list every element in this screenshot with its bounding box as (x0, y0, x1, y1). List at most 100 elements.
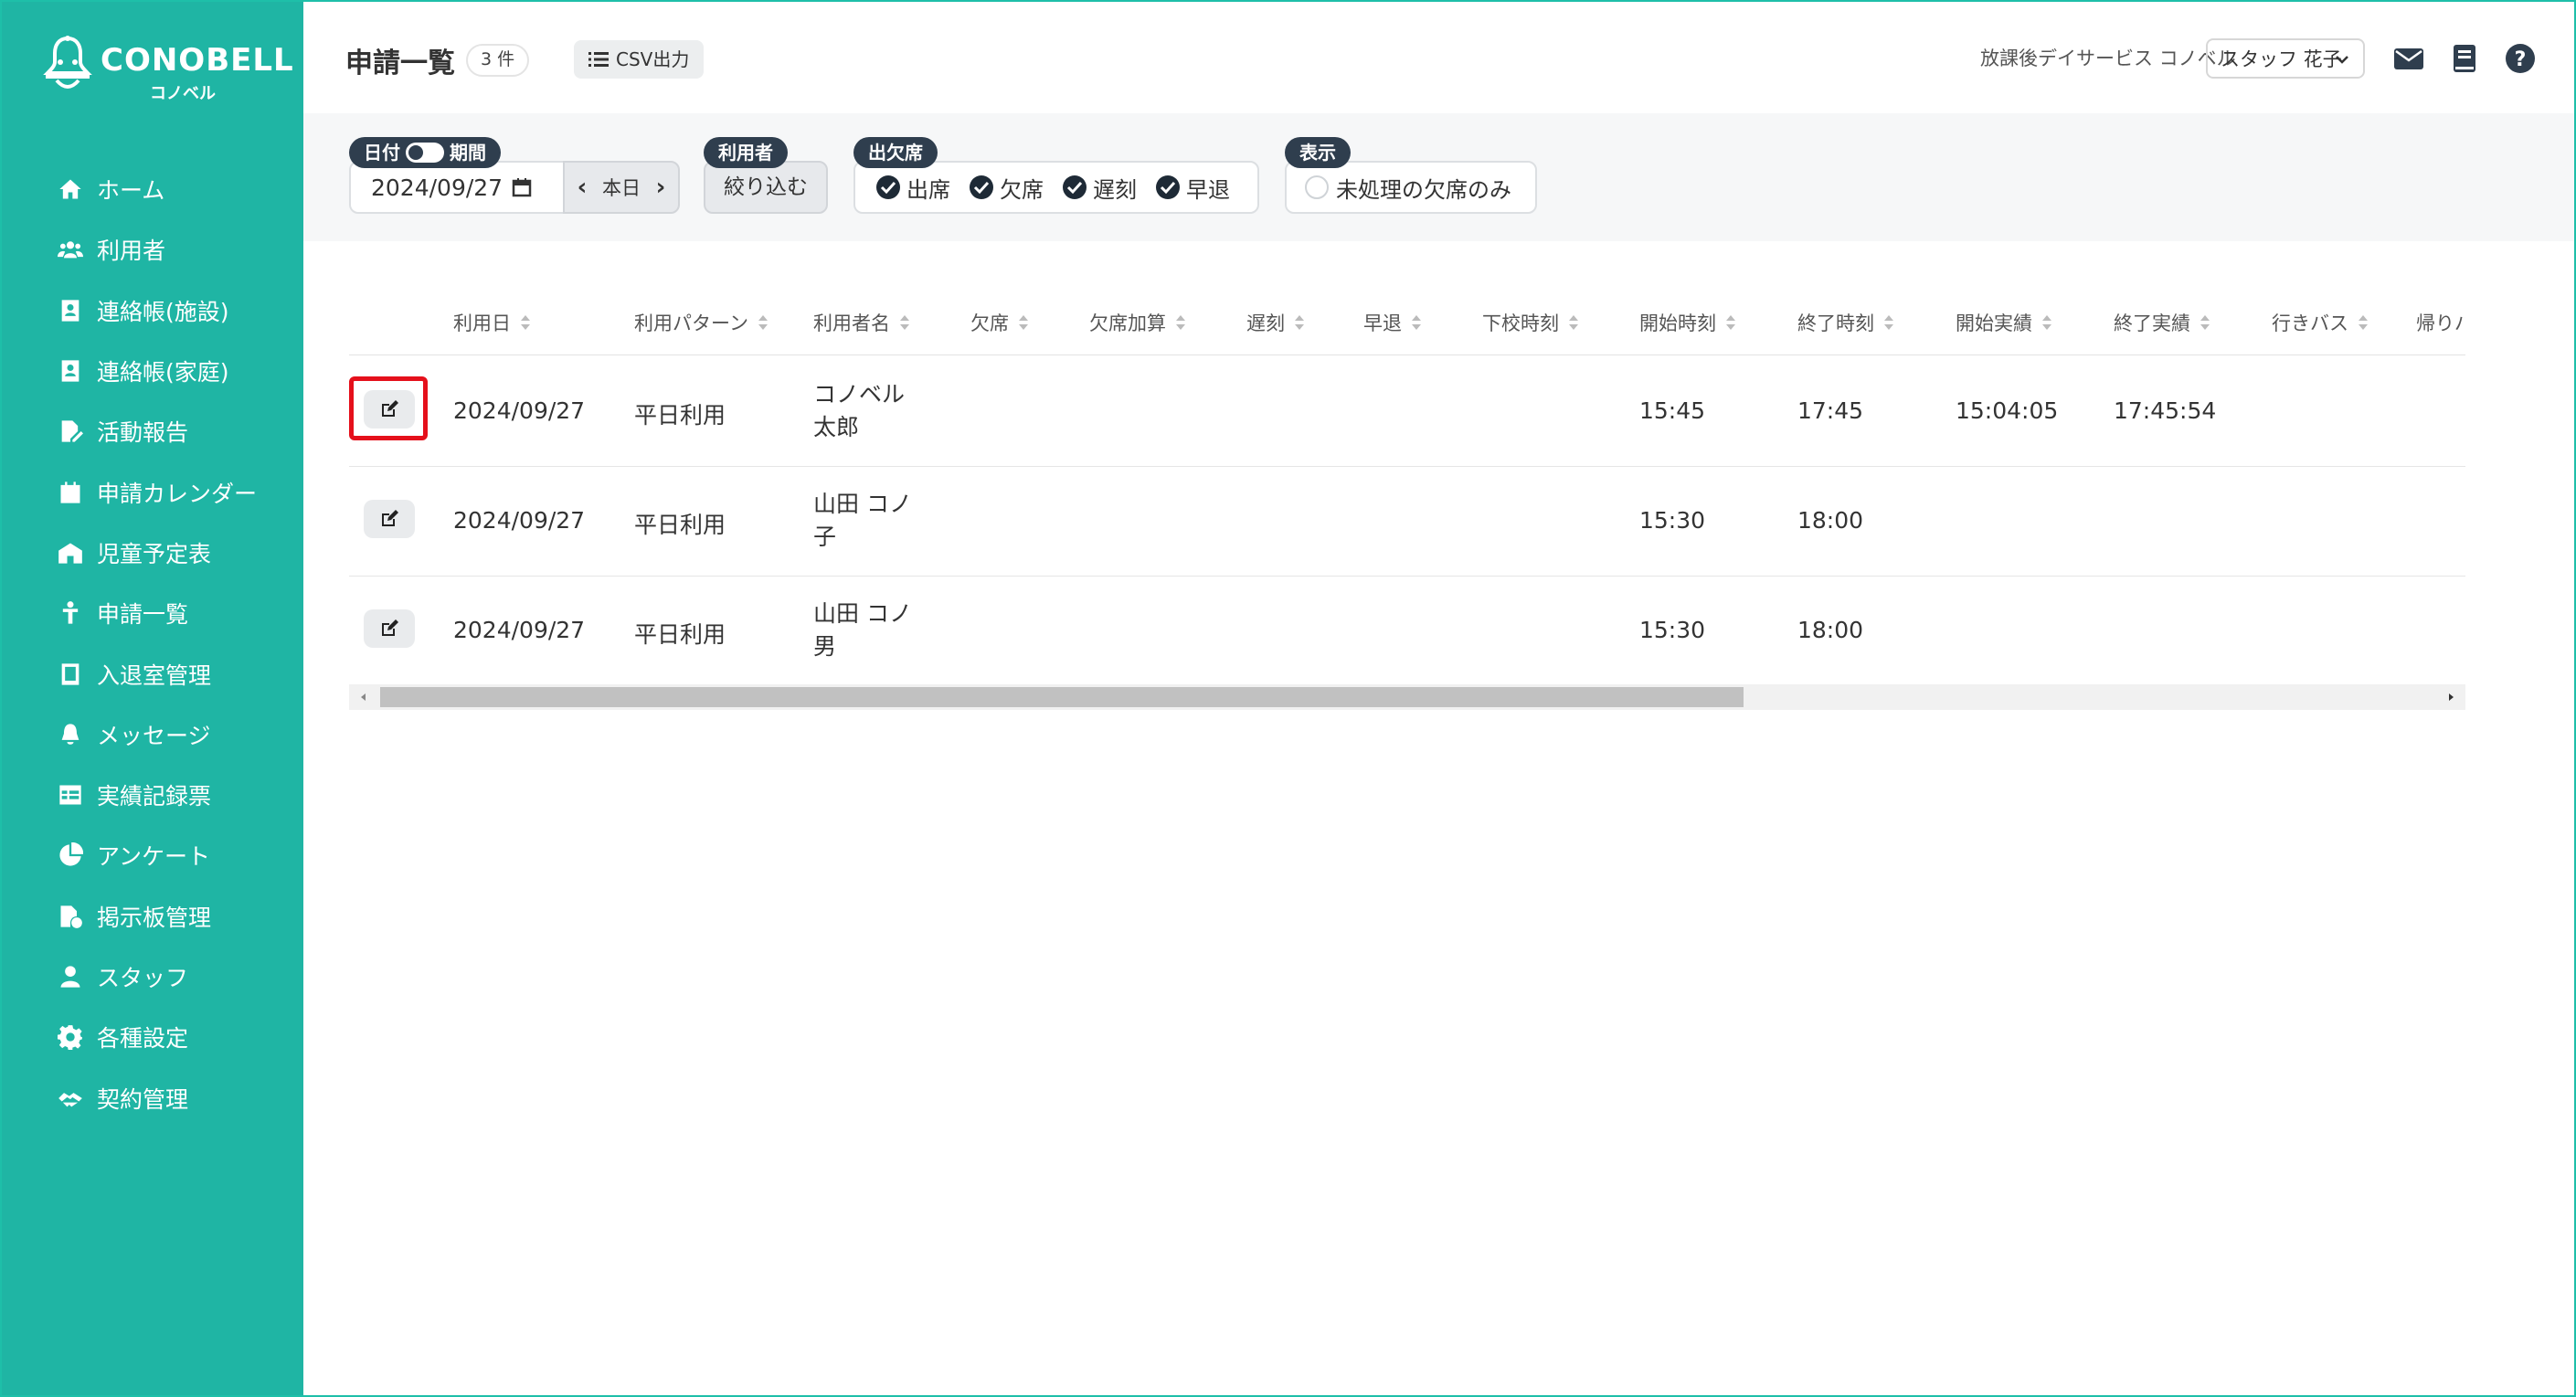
calendar-icon (512, 178, 532, 197)
attendance-present-checkbox[interactable]: 出席 (875, 172, 950, 204)
sidebar-item-entry-exit[interactable]: 入退室管理 (2, 643, 303, 704)
sidebar-item-label: メッセージ (97, 722, 211, 749)
sidebar-item-contract[interactable]: 契約管理 (2, 1067, 303, 1127)
mail-button[interactable] (2392, 42, 2425, 75)
sort-icon (758, 315, 768, 330)
sidebar-item-survey[interactable]: アンケート (2, 825, 303, 885)
sort-icon (1884, 315, 1893, 330)
column-header[interactable]: 開始実績 (1956, 309, 2052, 336)
bell-logo-icon (43, 36, 92, 89)
column-header[interactable]: 欠席加算 (1089, 309, 1186, 336)
horizontal-scrollbar[interactable] (349, 684, 2465, 710)
unprocessed-absence-toggle[interactable]: 未処理の欠席のみ (1285, 161, 1537, 214)
check-circle-icon (876, 175, 900, 199)
edit-button[interactable] (364, 609, 415, 648)
column-header[interactable]: 早退 (1363, 309, 1422, 336)
check-circle-icon (970, 175, 993, 199)
narrow-down-button[interactable]: 絞り込む (704, 161, 828, 214)
contact-book-icon (57, 297, 84, 324)
cell-start-actual: 15:04:05 (1956, 397, 2059, 424)
date-mode-toggle[interactable]: 日付 期間 (349, 137, 501, 168)
sort-icon (900, 315, 909, 330)
brand-logo[interactable]: CONOBELL コノベル (42, 35, 293, 103)
header-label: 利用者名 (813, 312, 890, 334)
cell-start-time: 15:45 (1639, 397, 1706, 424)
sidebar-item-child-schedule[interactable]: 児童予定表 (2, 523, 303, 583)
edit-icon (382, 619, 398, 636)
count-badge: 3 件 (466, 44, 530, 77)
table-icon (57, 781, 84, 809)
csv-export-button[interactable]: CSV出力 (574, 40, 705, 79)
prev-day-button[interactable]: ‹ (572, 174, 592, 201)
edit-button[interactable] (364, 500, 415, 538)
column-header[interactable]: 下校時刻 (1482, 309, 1579, 336)
sidebar-item-request-list[interactable]: 申請一覧 (2, 583, 303, 643)
cell-user-name[interactable]: 山田 コノ男 (813, 598, 914, 663)
column-header[interactable]: 利用者名 (813, 309, 910, 336)
attendance-late-checkbox[interactable]: 遅刻 (1062, 172, 1137, 204)
today-button[interactable]: 本日 (602, 174, 641, 201)
user-filter-label: 利用者 (704, 137, 788, 168)
attendance-filter-label: 出欠席 (853, 137, 938, 168)
sort-icon (2042, 315, 2051, 330)
sidebar-item-request-calendar[interactable]: 申請カレンダー (2, 461, 303, 522)
attendance-early-leave-checkbox[interactable]: 早退 (1155, 172, 1230, 204)
column-header[interactable]: 行きバス (2272, 309, 2369, 336)
facility-name: 放課後デイサービス コノベル (1980, 48, 2236, 69)
calendar-icon (57, 479, 84, 506)
page-title: 申請一覧 (345, 48, 455, 79)
sidebar-item-board-management[interactable]: 掲示板管理 (2, 886, 303, 947)
scroll-left-icon[interactable] (355, 688, 373, 706)
staff-select[interactable]: スタッフ 花子 (2206, 38, 2365, 79)
sidebar-item-label: 申請カレンダー (97, 480, 258, 507)
sidebar-item-activity-report[interactable]: 活動報告 (2, 401, 303, 461)
sidebar-item-contact-home[interactable]: 連絡帳(家庭) (2, 341, 303, 401)
attendance-option-label: 遅刻 (1093, 176, 1137, 203)
scroll-thumb[interactable] (380, 687, 1744, 707)
date-label: 日付 (364, 142, 400, 164)
help-icon: ? (2506, 44, 2535, 73)
column-header[interactable]: 利用日 (453, 309, 531, 336)
sidebar-item-label: 連絡帳(家庭) (97, 359, 229, 386)
date-input[interactable]: 2024/09/27 (349, 161, 565, 214)
cell-pattern: 平日利用 (634, 621, 726, 648)
sidebar-item-home[interactable]: ホーム (2, 159, 303, 219)
sidebar-item-label: 児童予定表 (97, 540, 212, 567)
cell-end-time: 17:45 (1797, 397, 1864, 424)
sidebar-item-contact-facility[interactable]: 連絡帳(施設) (2, 280, 303, 341)
header-label: 帰りバ (2416, 312, 2465, 334)
header-label: 開始時刻 (1639, 312, 1716, 334)
cell-user-name[interactable]: 山田 コノ子 (813, 488, 914, 554)
header-label: 欠席 (970, 312, 1009, 334)
cell-user-name[interactable]: コノベル 太郎 (813, 378, 914, 444)
sidebar-item-label: 利用者 (97, 238, 166, 265)
column-header[interactable]: 欠席 (970, 309, 1029, 336)
sidebar-item-staff[interactable]: スタッフ (2, 947, 303, 1007)
sidebar-item-users[interactable]: 利用者 (2, 219, 303, 280)
file-settings-icon (57, 903, 84, 930)
sidebar-item-message[interactable]: メッセージ (2, 704, 303, 765)
column-header[interactable]: 終了時刻 (1797, 309, 1894, 336)
column-header[interactable]: 遅刻 (1246, 309, 1305, 336)
column-header[interactable]: 利用パターン (634, 309, 769, 336)
scroll-right-icon[interactable] (2442, 688, 2460, 706)
unprocessed-absence-label: 未処理の欠席のみ (1336, 176, 1511, 203)
column-header[interactable]: 開始時刻 (1639, 309, 1736, 336)
attendance-absent-checkbox[interactable]: 欠席 (969, 172, 1044, 204)
sidebar-item-performance-record[interactable]: 実績記録票 (2, 765, 303, 825)
column-header[interactable]: 帰りバ (2416, 309, 2465, 336)
top-bar: 申請一覧 3 件 CSV出力 放課後デイサービス コノベル スタッフ 花子 ? (303, 2, 2574, 113)
period-label: 期間 (450, 142, 486, 164)
column-header[interactable]: 終了実績 (2114, 309, 2210, 336)
list-icon (588, 52, 609, 67)
sort-icon (521, 315, 530, 330)
sidebar-item-label: 申請一覧 (97, 601, 189, 629)
sidebar-item-settings[interactable]: 各種設定 (2, 1007, 303, 1067)
display-filter-label: 表示 (1285, 137, 1351, 168)
next-day-button[interactable]: › (651, 174, 671, 201)
header-label: 利用パターン (634, 312, 748, 334)
manual-button[interactable] (2448, 42, 2481, 75)
cell-pattern: 平日利用 (634, 402, 726, 429)
help-button[interactable]: ? (2504, 42, 2537, 75)
date-period-switch[interactable] (406, 143, 444, 163)
